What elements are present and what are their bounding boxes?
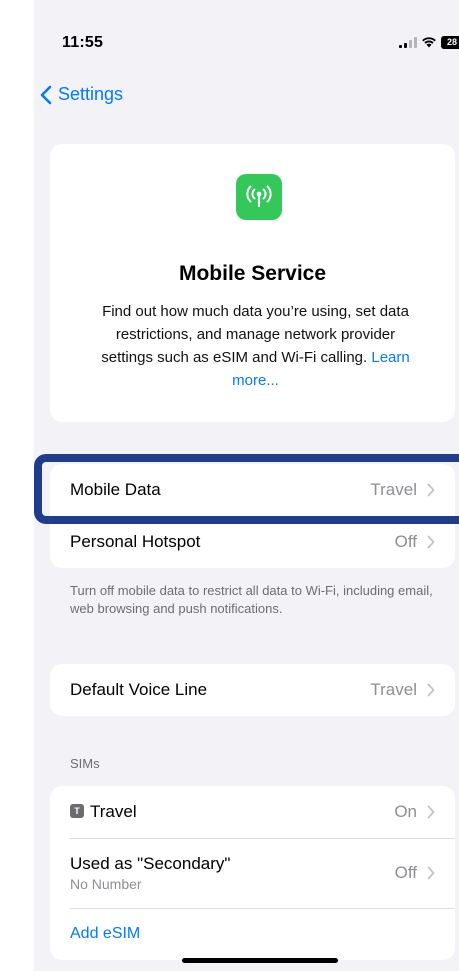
sims-section-header: SIMs — [70, 756, 100, 771]
back-chevron-icon — [40, 85, 52, 104]
default-voice-line-row[interactable]: Default Voice Line Travel — [50, 664, 455, 716]
row-value: Travel — [370, 480, 417, 499]
row-label: Mobile Data — [70, 480, 161, 499]
antenna-icon — [236, 174, 282, 220]
battery-icon: 28 — [441, 35, 459, 49]
row-label: Used as "Secondary" — [70, 854, 231, 873]
row-value: On — [394, 802, 417, 821]
row-value: Off — [394, 532, 417, 551]
back-label: Settings — [58, 84, 124, 104]
chevron-right-icon — [427, 866, 435, 880]
row-label: Personal Hotspot — [70, 532, 201, 551]
sims-group: T Travel On Used as "Secondary" No Number… — [50, 786, 455, 960]
mobile-data-footer: Turn off mobile data to restrict all dat… — [70, 583, 433, 616]
status-bar: 11:55 28 — [34, 0, 459, 70]
row-label: T Travel — [70, 802, 394, 822]
signal-icon — [399, 36, 417, 48]
mobile-data-row[interactable]: Mobile Data Travel — [50, 464, 455, 516]
voice-line-group: Default Voice Line Travel — [50, 664, 455, 716]
home-indicator — [182, 958, 338, 963]
wifi-icon — [422, 37, 436, 48]
sim-secondary-row[interactable]: Used as "Secondary" No Number Off — [50, 838, 455, 908]
chevron-right-icon — [427, 483, 435, 497]
row-value: Off — [394, 863, 417, 882]
hero-description-text: Find out how much data you’re using, set… — [101, 303, 409, 366]
mobile-service-card: Mobile Service Find out how much data yo… — [50, 144, 455, 422]
chevron-right-icon — [427, 535, 435, 549]
add-esim-button[interactable]: Add eSIM — [70, 925, 140, 943]
phone-screen: 11:55 28 Settings Mobile Service Find ou… — [34, 0, 459, 971]
personal-hotspot-row[interactable]: Personal Hotspot Off — [50, 516, 455, 568]
mobile-data-group: Mobile Data Travel Personal Hotspot Off — [50, 464, 455, 568]
hero-description: Find out how much data you’re using, set… — [88, 300, 423, 392]
chevron-right-icon — [427, 683, 435, 697]
sim-icon: T — [70, 803, 84, 818]
chevron-right-icon — [427, 805, 435, 819]
sim-label: Travel — [90, 802, 137, 821]
page-title: Mobile Service — [178, 262, 327, 285]
row-labels: Used as "Secondary" No Number — [70, 854, 395, 892]
row-label: Default Voice Line — [70, 680, 208, 699]
sim-travel-row[interactable]: T Travel On — [50, 786, 455, 838]
row-sublabel: No Number — [70, 876, 142, 892]
row-value: Travel — [370, 680, 417, 699]
add-esim-row[interactable]: Add eSIM — [50, 908, 455, 960]
back-button[interactable]: Settings — [40, 84, 123, 105]
status-time: 11:55 — [62, 34, 104, 51]
status-icons: 28 — [399, 32, 459, 52]
